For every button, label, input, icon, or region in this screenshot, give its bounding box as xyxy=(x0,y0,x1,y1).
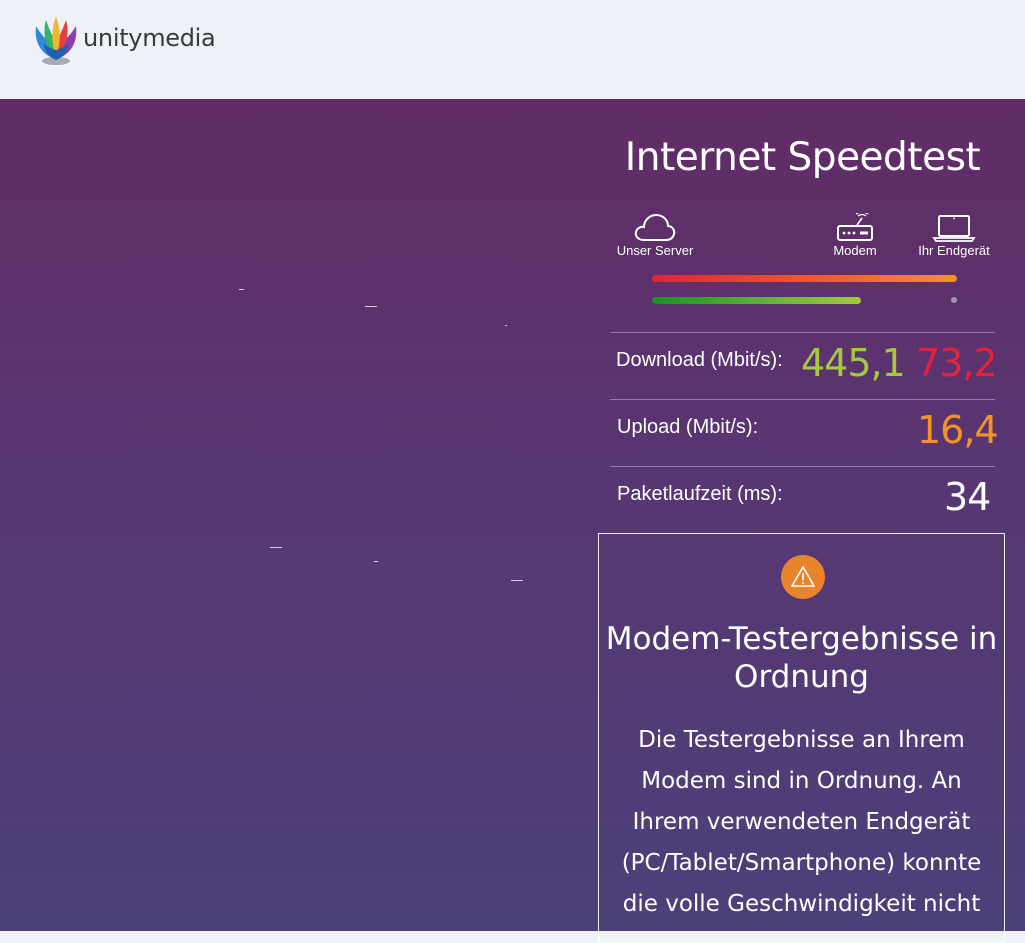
result-title: Modem-Testergebnisse in Ordnung xyxy=(605,621,998,695)
page-title: Internet Speedtest xyxy=(624,135,981,180)
unitymedia-logo[interactable]: unitymedia xyxy=(32,14,216,66)
background-speck xyxy=(511,580,523,581)
upload-value: 16,4 xyxy=(917,408,999,452)
connection-bar-server-to-modem xyxy=(652,297,861,304)
progress-dot xyxy=(951,297,957,303)
endgeraet-label: Ihr Endgerät xyxy=(918,243,990,258)
result-text: Die Testergebnisse an Ihrem Modem sind i… xyxy=(621,727,982,917)
background-speck xyxy=(365,306,377,307)
background-speck xyxy=(505,325,507,326)
download-label: Download (Mbit/s): xyxy=(616,349,783,371)
download-modem-value: 445,1 xyxy=(801,341,906,385)
speedtest-page: Internet Speedtest Unser Server Modem Ih… xyxy=(0,99,1025,943)
upload-row: Upload (Mbit/s): 16,4 xyxy=(610,399,999,466)
server-label: Unser Server xyxy=(616,243,694,258)
device-endgeraet: Ihr Endgerät xyxy=(914,213,994,258)
connection-bar-server-to-device xyxy=(652,275,957,282)
download-row: Download (Mbit/s): 445,1 73,2 xyxy=(610,332,998,399)
latency-row: Paketlaufzeit (ms): 34 xyxy=(610,466,995,533)
latency-label: Paketlaufzeit (ms): xyxy=(617,483,783,505)
background-speck xyxy=(239,289,244,290)
unitymedia-logo-icon xyxy=(35,16,77,65)
cloud-icon xyxy=(634,213,676,241)
background-speck xyxy=(270,547,282,548)
modem-label: Modem xyxy=(833,243,877,258)
result-box: Modem-Testergebnisse in Ordnung Die Test… xyxy=(598,533,1005,943)
device-modem: Modem xyxy=(825,213,885,258)
background-speck xyxy=(374,561,378,562)
latency-value: 34 xyxy=(944,475,991,519)
device-server: Unser Server xyxy=(612,211,698,258)
logo-text: unitymedia xyxy=(83,24,216,52)
download-device-value: 73,2 xyxy=(916,341,998,385)
header: unitymedia xyxy=(0,0,1025,99)
laptop-icon xyxy=(932,215,976,242)
modem-icon xyxy=(837,213,873,241)
upload-label: Upload (Mbit/s): xyxy=(617,416,759,438)
warning-icon xyxy=(781,555,825,599)
